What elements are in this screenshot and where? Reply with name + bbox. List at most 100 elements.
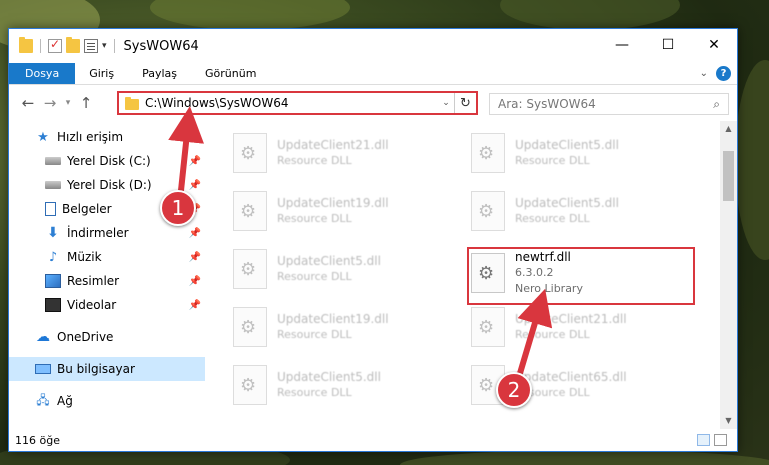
dll-file-icon xyxy=(233,307,267,347)
file-description: Resource DLL xyxy=(515,154,590,167)
sidebar-item-label: Müzik xyxy=(67,250,102,264)
details-view-icon[interactable] xyxy=(697,434,710,446)
file-item[interactable]: UpdateClient5.dll Resource DLL xyxy=(471,125,696,181)
address-dropdown-chevron-icon[interactable]: ⌄ xyxy=(438,98,454,108)
dll-file-icon xyxy=(233,249,267,289)
star-icon: ★ xyxy=(37,129,49,145)
sidebar-item-videos[interactable]: Videolar 📌 xyxy=(9,293,205,317)
maximize-button[interactable]: ☐ xyxy=(645,29,691,61)
sidebar-item-this-pc[interactable]: Bu bilgisayar xyxy=(9,357,205,381)
help-icon[interactable]: ? xyxy=(716,66,731,81)
pictures-icon xyxy=(45,274,61,288)
file-description: Resource DLL xyxy=(277,270,352,283)
dll-file-icon xyxy=(233,191,267,231)
file-name: UpdateClient5.dll xyxy=(277,370,381,384)
dll-file-icon xyxy=(471,133,505,173)
expand-ribbon-chevron-icon[interactable]: ⌄ xyxy=(700,68,708,79)
up-arrow-icon[interactable]: ↑ xyxy=(75,94,97,112)
sidebar-item-music[interactable]: ♪ Müzik 📌 xyxy=(9,245,205,269)
disk-icon xyxy=(45,157,61,165)
file-list: UpdateClient21.dll Resource DLL UpdateCl… xyxy=(205,121,737,429)
ribbon-tabs: Dosya Giriş Paylaş Görünüm ⌄ ? xyxy=(9,63,737,85)
sidebar-item-onedrive[interactable]: ☁ OneDrive xyxy=(9,325,205,349)
sidebar-item-local-disk-c[interactable]: Yerel Disk (C:) 📌 xyxy=(9,149,205,173)
toolbar-separator xyxy=(113,39,115,53)
file-item[interactable]: UpdateClient5.dll Resource DLL xyxy=(233,357,458,413)
file-item[interactable]: UpdateClient5.dll Resource DLL xyxy=(471,183,696,239)
scroll-up-arrow-icon[interactable]: ▲ xyxy=(720,121,737,137)
sidebar-item-label: İndirmeler xyxy=(67,226,129,240)
item-count: 116 öğe xyxy=(15,433,60,447)
dll-file-icon xyxy=(233,133,267,173)
navigation-pane: ★ Hızlı erişim Yerel Disk (C:) 📌 Yerel D… xyxy=(9,121,205,429)
close-button[interactable]: ✕ xyxy=(691,29,737,61)
quick-access-toolbar: ▾ xyxy=(9,37,118,53)
sidebar-item-quick-access[interactable]: ★ Hızlı erişim xyxy=(9,125,205,149)
vertical-scrollbar[interactable]: ▲ ▼ xyxy=(720,121,737,429)
folder-icon xyxy=(125,96,139,110)
cloud-icon: ☁ xyxy=(36,329,50,345)
customize-toolbar-arrow-icon[interactable]: ▾ xyxy=(102,41,107,51)
scroll-thumb[interactable] xyxy=(723,151,734,201)
tab-file[interactable]: Dosya xyxy=(9,63,76,84)
status-bar: 116 öğe xyxy=(9,429,737,451)
music-icon: ♪ xyxy=(48,249,58,265)
file-name: UpdateClient21.dll xyxy=(277,138,389,152)
pin-icon[interactable]: 📌 xyxy=(189,300,201,311)
dll-file-icon xyxy=(471,191,505,231)
search-icon[interactable]: ⌕ xyxy=(713,97,720,112)
sidebar-item-network[interactable]: 🖧 Ağ xyxy=(9,389,205,413)
pin-icon[interactable]: 📌 xyxy=(189,180,201,191)
recent-locations-chevron-icon[interactable]: ▾ xyxy=(61,98,75,108)
folder-icon xyxy=(19,37,33,53)
dll-file-icon xyxy=(233,365,267,405)
file-name: UpdateClient5.dll xyxy=(515,138,619,152)
file-name: UpdateClient19.dll xyxy=(277,312,389,326)
computer-icon xyxy=(35,364,51,374)
pin-icon[interactable]: 📌 xyxy=(189,156,201,167)
search-input[interactable] xyxy=(498,97,714,111)
pin-icon[interactable]: 📌 xyxy=(189,252,201,263)
sidebar-item-label: Resimler xyxy=(67,274,120,288)
file-description: Resource DLL xyxy=(277,212,352,225)
sidebar-item-label: OneDrive xyxy=(57,330,114,344)
pin-icon[interactable]: 📌 xyxy=(189,228,201,239)
back-arrow-icon[interactable]: ← xyxy=(17,94,39,112)
window-controls: — ☐ ✕ xyxy=(599,29,737,61)
sidebar-item-pictures[interactable]: Resimler 📌 xyxy=(9,269,205,293)
tab-home[interactable]: Giriş xyxy=(75,63,128,84)
minimize-button[interactable]: — xyxy=(599,29,645,61)
file-item[interactable]: UpdateClient19.dll Resource DLL xyxy=(233,183,458,239)
tab-share[interactable]: Paylaş xyxy=(128,63,191,84)
file-name: UpdateClient65.dll xyxy=(515,370,627,384)
sidebar-item-label: Bu bilgisayar xyxy=(57,362,135,376)
address-bar[interactable]: C:\Windows\SysWOW64 ⌄ ↻ xyxy=(117,91,478,115)
sidebar-item-label: Hızlı erişim xyxy=(57,130,124,144)
download-icon: ⬇ xyxy=(47,225,59,241)
scroll-down-arrow-icon[interactable]: ▼ xyxy=(720,413,737,429)
properties-icon[interactable] xyxy=(84,39,98,53)
search-box[interactable]: ⌕ xyxy=(489,93,729,115)
disk-icon xyxy=(45,181,61,189)
tab-view[interactable]: Görünüm xyxy=(191,63,270,84)
large-icons-view-icon[interactable] xyxy=(714,434,727,446)
sidebar-item-label: Videolar xyxy=(67,298,117,312)
file-item[interactable]: UpdateClient21.dll Resource DLL xyxy=(233,125,458,181)
forward-arrow-icon[interactable]: → xyxy=(39,94,61,112)
file-item[interactable]: UpdateClient19.dll Resource DLL xyxy=(233,299,458,355)
refresh-icon[interactable]: ↻ xyxy=(454,93,476,113)
file-item[interactable]: UpdateClient5.dll Resource DLL xyxy=(233,241,458,297)
file-item[interactable]: UpdateClient21.dll Resource DLL xyxy=(471,299,696,355)
file-name: UpdateClient21.dll xyxy=(515,312,627,326)
network-icon: 🖧 xyxy=(36,392,50,407)
new-folder-icon[interactable] xyxy=(66,37,80,53)
navigation-bar: ← → ▾ ↑ C:\Windows\SysWOW64 ⌄ ↻ ⌕ xyxy=(9,85,737,121)
file-description: Resource DLL xyxy=(515,328,590,341)
file-description: Resource DLL xyxy=(277,386,352,399)
pin-icon[interactable]: 📌 xyxy=(189,276,201,287)
file-name: UpdateClient5.dll xyxy=(277,254,381,268)
sidebar-item-label: Ağ xyxy=(57,394,73,408)
file-description: Resource DLL xyxy=(515,212,590,225)
properties-check-icon[interactable] xyxy=(48,37,62,53)
address-path[interactable]: C:\Windows\SysWOW64 xyxy=(145,96,438,110)
